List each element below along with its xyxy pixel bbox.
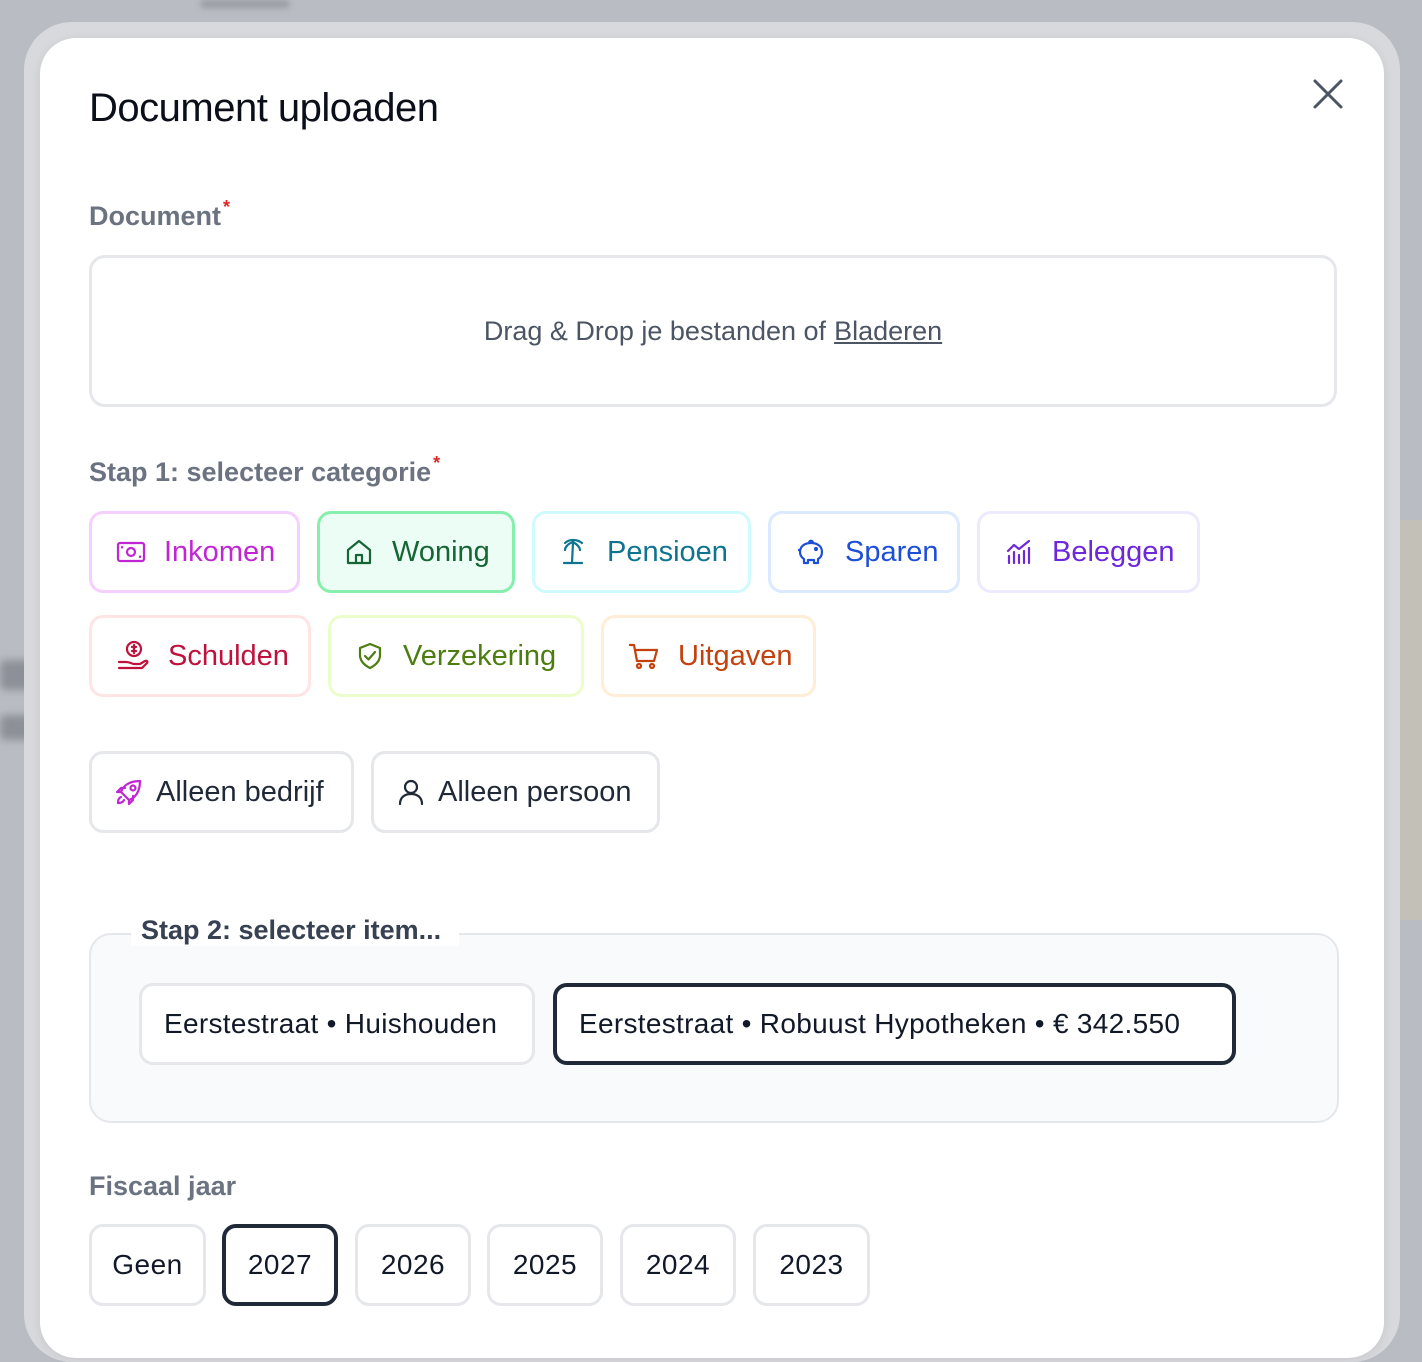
filter-label: Alleen bedrijf xyxy=(156,775,324,808)
category-label: Beleggen xyxy=(1052,535,1175,568)
category-label: Schulden xyxy=(168,639,289,672)
required-mark: * xyxy=(433,453,441,473)
step2-label: Stap 2: selecteer item... xyxy=(131,915,460,946)
year-label: 2026 xyxy=(380,1249,446,1280)
fiscal-year-option-2026[interactable]: 2026 xyxy=(355,1224,471,1306)
category-pensioen[interactable]: Pensioen xyxy=(532,511,751,593)
category-woning[interactable]: Woning xyxy=(317,511,515,593)
browse-link[interactable]: Bladeren xyxy=(834,316,942,347)
item-eerstestraat-robuust-hypotheken[interactable]: Eerstestraat • Robuust Hypotheken • € 34… xyxy=(553,983,1236,1065)
dropzone-text: Drag & Drop je bestanden of xyxy=(483,315,827,346)
item-label: Eerstestraat • Huishouden xyxy=(164,1008,498,1039)
category-beleggen[interactable]: Beleggen xyxy=(977,511,1200,593)
house-icon xyxy=(346,539,372,565)
chart-icon xyxy=(1006,539,1031,565)
banknote-icon xyxy=(116,541,146,563)
year-label: 2024 xyxy=(645,1249,711,1280)
year-label: Geen xyxy=(112,1249,183,1280)
category-label: Inkomen xyxy=(164,535,276,568)
required-mark: * xyxy=(223,197,231,217)
rocket-icon xyxy=(115,779,142,806)
piggy-bank-icon xyxy=(798,539,824,565)
category-label: Sparen xyxy=(845,535,939,568)
category-verzekering[interactable]: Verzekering xyxy=(328,615,584,697)
fiscal-year-label: Fiscaal jaar xyxy=(89,1171,237,1201)
document-label: Document * xyxy=(89,197,230,232)
year-label: 2027 xyxy=(247,1249,313,1280)
document-label-text: Document xyxy=(89,201,222,231)
step2-fieldset: Stap 2: selecteer item... Eerstestraat •… xyxy=(89,915,1339,1123)
category-uitgaven[interactable]: Uitgaven xyxy=(601,615,816,697)
filter-alleen-persoon[interactable]: Alleen persoon xyxy=(371,751,660,833)
hand-coin-icon xyxy=(117,640,149,670)
fiscal-year-option-geen[interactable]: Geen xyxy=(89,1224,206,1306)
step1-label-text: Stap 1: selecteer categorie xyxy=(89,457,432,487)
category-label: Uitgaven xyxy=(678,639,793,672)
fiscal-year-option-2027[interactable]: 2027 xyxy=(222,1224,338,1306)
item-label: Eerstestraat • Robuust Hypotheken • € 34… xyxy=(579,1008,1181,1039)
backdrop-element xyxy=(200,0,290,8)
category-label: Pensioen xyxy=(607,535,728,568)
shield-check-icon xyxy=(358,642,382,670)
upload-modal: Document uploaden Document * Drag & Drop … xyxy=(40,38,1384,1358)
modal-title: Document uploaden xyxy=(89,86,439,130)
step1-label: Stap 1: selecteer categorie * xyxy=(89,453,440,488)
category-label: Verzekering xyxy=(403,639,557,672)
filter-alleen-bedrijf[interactable]: Alleen bedrijf xyxy=(89,751,354,833)
fiscal-year-option-2023[interactable]: 2023 xyxy=(753,1224,870,1306)
close-icon xyxy=(1313,79,1343,109)
user-icon xyxy=(398,779,424,806)
fiscal-year-option-2024[interactable]: 2024 xyxy=(620,1224,736,1306)
filter-label: Alleen persoon xyxy=(438,775,632,808)
category-inkomen[interactable]: Inkomen xyxy=(89,511,300,593)
year-label: 2025 xyxy=(512,1249,578,1280)
cart-icon xyxy=(628,643,659,670)
category-sparen[interactable]: Sparen xyxy=(768,511,960,593)
close-button[interactable] xyxy=(1308,74,1348,114)
file-dropzone[interactable]: Drag & Drop je bestanden of Bladeren xyxy=(89,255,1337,407)
palm-tree-icon xyxy=(562,538,584,565)
fiscal-year-option-2025[interactable]: 2025 xyxy=(487,1224,603,1306)
category-label: Woning xyxy=(392,535,490,568)
category-schulden[interactable]: Schulden xyxy=(89,615,311,697)
item-eerstestraat-huishouden[interactable]: Eerstestraat • Huishouden xyxy=(139,983,535,1065)
year-label: 2023 xyxy=(779,1249,844,1280)
